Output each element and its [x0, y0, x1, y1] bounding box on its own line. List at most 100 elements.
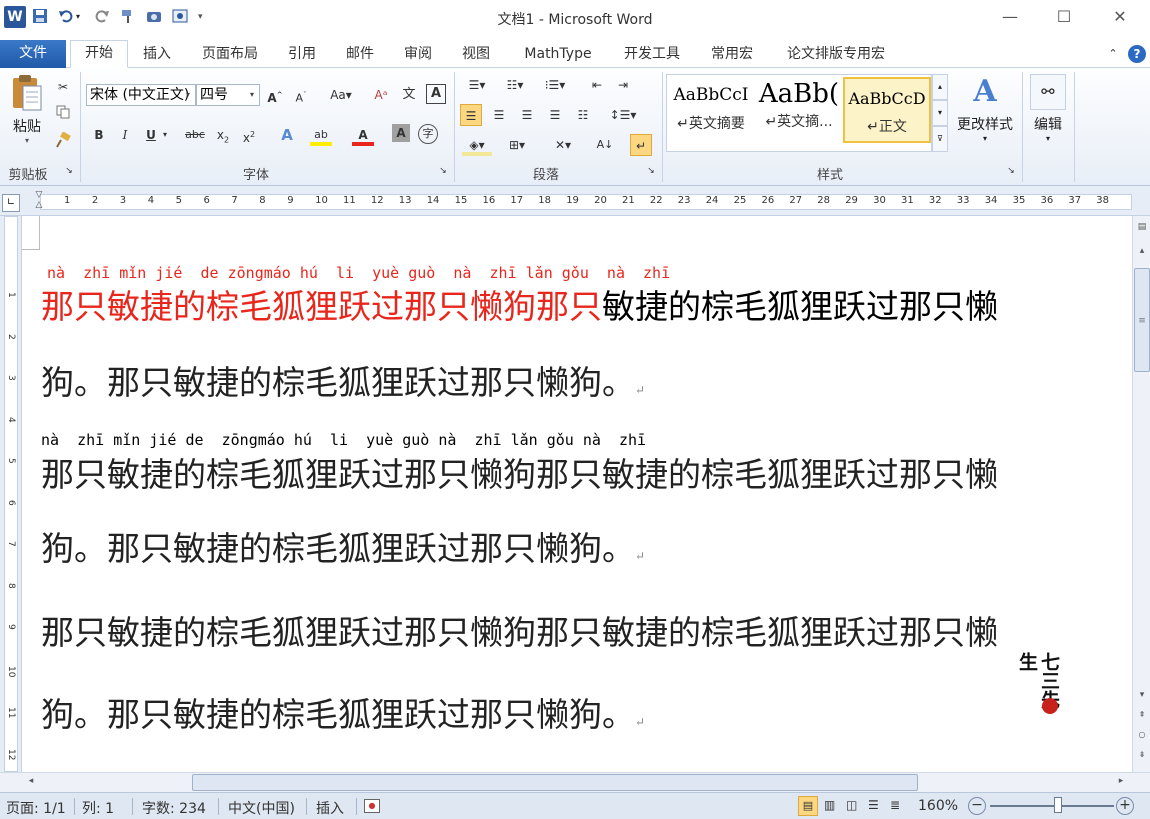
tab-thesis-macros[interactable]: 论文排版专用宏	[776, 42, 896, 68]
underline-dropdown-icon[interactable]: ▾	[160, 124, 170, 146]
tab-page-layout[interactable]: 页面布局	[192, 42, 268, 68]
maximize-button[interactable]: ☐	[1044, 4, 1084, 30]
full-screen-reading-icon[interactable]: ▥	[824, 798, 835, 812]
scroll-right-icon[interactable]: ▸	[1114, 776, 1128, 790]
superscript-icon[interactable]: x2	[238, 124, 260, 146]
scroll-up-icon[interactable]: ▴	[1135, 246, 1149, 260]
tab-view[interactable]: 视图	[452, 42, 500, 68]
shrink-font-icon[interactable]: Aˇ	[290, 84, 312, 106]
ruler-toggle-icon[interactable]: ▤	[1135, 220, 1149, 234]
subscript-icon[interactable]: x2	[212, 124, 234, 146]
draft-view-icon[interactable]: ≣	[890, 798, 900, 812]
font-name-dropdown-icon[interactable]: ▾	[181, 85, 195, 105]
change-case-icon[interactable]: Aa▾	[326, 84, 356, 106]
tab-mathtype[interactable]: MathType	[512, 42, 604, 68]
format-painter-icon[interactable]	[52, 131, 74, 154]
italic-icon[interactable]: I	[114, 124, 136, 146]
increase-indent-icon[interactable]: ⇥	[612, 74, 634, 96]
word-count-status[interactable]: 字数: 234	[142, 798, 206, 818]
tab-common-macros[interactable]: 常用宏	[700, 42, 764, 68]
vertical-scrollbar[interactable]: ▤ ▴ ≡ ▾ ⇞ ○ ⇟	[1132, 216, 1150, 772]
tab-home[interactable]: 开始	[70, 40, 128, 68]
print-layout-view-icon[interactable]: ▤	[798, 796, 818, 816]
edit-button[interactable]: ⚯ 编辑 ▾	[1026, 74, 1070, 158]
document-area[interactable]: nà zhī mǐn jié de zōngmáo hú li yuè guò …	[22, 216, 1132, 772]
font-name-combo[interactable]: 宋体 (中文正文) ▾	[86, 84, 196, 106]
paragraph-3-line-2[interactable]: 狗。那只敏捷的棕毛狐狸跃过那只懒狗。↵	[41, 688, 645, 736]
borders-icon[interactable]: ⊞▾	[502, 134, 532, 156]
collapse-ribbon-icon[interactable]: ⌃	[1104, 42, 1122, 68]
scroll-left-icon[interactable]: ◂	[24, 776, 38, 790]
horizontal-scroll-thumb[interactable]	[192, 774, 918, 791]
style-normal[interactable]: AaBbCcD ↵正文	[843, 77, 931, 143]
decrease-indent-icon[interactable]: ⇤	[586, 74, 608, 96]
tab-review[interactable]: 审阅	[394, 42, 442, 68]
paste-button[interactable]: 粘贴 ▾	[6, 74, 48, 154]
next-page-icon[interactable]: ⇟	[1135, 750, 1149, 764]
shading-icon[interactable]: ◈▾	[462, 134, 492, 156]
style-english-abstract[interactable]: AaBbCcI ↵英文摘要	[667, 75, 755, 145]
sort-icon[interactable]: A↓	[594, 134, 616, 156]
styles-scroll-up[interactable]: ▴	[932, 74, 948, 100]
horizontal-ruler[interactable]: ∟ ▽ △ 1 2 3 4 5 6 7 8 9 10 11 12 13 14 15 16 17 18 19 20 21 22…	[0, 186, 1150, 216]
tab-mailings[interactable]: 邮件	[336, 42, 384, 68]
align-center-icon[interactable]: ☰	[488, 104, 510, 126]
web-layout-icon[interactable]: ◫	[846, 798, 857, 812]
change-styles-button[interactable]: A 更改样式 ▾	[952, 74, 1018, 158]
prev-page-icon[interactable]: ⇞	[1135, 710, 1149, 724]
style-english-abstract-2[interactable]: AaBb( ↵英文摘...	[755, 75, 843, 145]
zoom-in-button[interactable]: +	[1116, 797, 1134, 815]
grow-font-icon[interactable]: A^	[264, 84, 286, 106]
align-right-icon[interactable]: ☰	[516, 104, 538, 126]
paragraph-1-line-1[interactable]: 那只敏捷的棕毛狐狸跃过那只懒狗那只敏捷的棕毛狐狸跃过那只懒	[41, 280, 998, 328]
paragraph-3-line-1[interactable]: 那只敏捷的棕毛狐狸跃过那只懒狗那只敏捷的棕毛狐狸跃过那只懒	[41, 606, 998, 654]
clipboard-launcher-icon[interactable]: ↘	[62, 164, 76, 178]
close-button[interactable]: ✕	[1100, 4, 1140, 30]
vertical-scroll-thumb[interactable]: ≡	[1134, 268, 1150, 372]
enclose-characters-icon[interactable]: 字	[418, 124, 438, 144]
numbering-icon[interactable]: ☷▾	[500, 74, 530, 96]
paragraph-2-line-2[interactable]: 狗。那只敏捷的棕毛狐狸跃过那只懒狗。↵	[41, 522, 645, 570]
phonetic-guide-icon[interactable]: 文	[398, 84, 420, 106]
zoom-slider-track[interactable]	[990, 805, 1114, 807]
distribute-icon[interactable]: ☷	[572, 104, 594, 126]
bold-icon[interactable]: B	[88, 124, 110, 146]
scroll-down-icon[interactable]: ▾	[1135, 690, 1149, 704]
font-size-dropdown-icon[interactable]: ▾	[245, 85, 259, 105]
font-size-combo[interactable]: 四号 ▾	[196, 84, 260, 106]
text-effects-icon[interactable]: A	[276, 124, 298, 146]
tab-developer[interactable]: 开发工具	[614, 42, 690, 68]
paragraph-1-line-2[interactable]: 狗。那只敏捷的棕毛狐狸跃过那只懒狗。↵	[41, 356, 645, 404]
underline-icon[interactable]: U	[140, 124, 162, 146]
zoom-slider-thumb[interactable]	[1054, 797, 1062, 813]
vertical-ruler[interactable]: 1 2 3 4 5 6 7 8 9 10 11 12	[0, 216, 22, 772]
outline-view-icon[interactable]: ☰	[868, 798, 879, 812]
highlight-icon[interactable]: ab	[310, 124, 332, 146]
horizontal-scrollbar[interactable]: ◂ ▸	[0, 772, 1150, 792]
cut-icon[interactable]: ✂	[52, 76, 74, 98]
strikethrough-icon[interactable]: abc	[184, 124, 206, 146]
paragraph-2-line-1[interactable]: 那只敏捷的棕毛狐狸跃过那只懒狗那只敏捷的棕毛狐狸跃过那只懒	[41, 448, 998, 496]
column-status[interactable]: 列: 1	[82, 798, 114, 818]
page-count-status[interactable]: 页面: 1/1	[6, 798, 66, 818]
paragraph-launcher-icon[interactable]: ↘	[644, 164, 658, 178]
styles-more[interactable]: ⊽	[932, 126, 948, 152]
font-color-icon[interactable]: A	[352, 124, 374, 146]
font-launcher-icon[interactable]: ↘	[436, 164, 450, 178]
insert-mode-status[interactable]: 插入	[316, 798, 344, 818]
language-status[interactable]: 中文(中国)	[228, 798, 295, 818]
justify-icon[interactable]: ☰	[544, 104, 566, 126]
character-shading-icon[interactable]: A	[392, 124, 410, 142]
macro-record-icon[interactable]: ●	[364, 799, 380, 813]
tab-file[interactable]: 文件	[0, 40, 66, 68]
align-left-icon[interactable]: ☰	[460, 104, 482, 126]
multilevel-list-icon[interactable]: ⁝☰▾	[538, 74, 572, 96]
clear-formatting-icon[interactable]: Aᵃ	[370, 84, 392, 106]
zoom-out-button[interactable]: −	[968, 797, 986, 815]
styles-scroll-down[interactable]: ▾	[932, 100, 948, 126]
styles-launcher-icon[interactable]: ↘	[1004, 164, 1018, 178]
help-icon[interactable]: ?	[1128, 45, 1148, 63]
line-spacing-icon[interactable]: ↕☰▾	[608, 104, 638, 126]
copy-icon[interactable]	[52, 104, 74, 126]
bullets-icon[interactable]: ☰▾	[462, 74, 492, 96]
